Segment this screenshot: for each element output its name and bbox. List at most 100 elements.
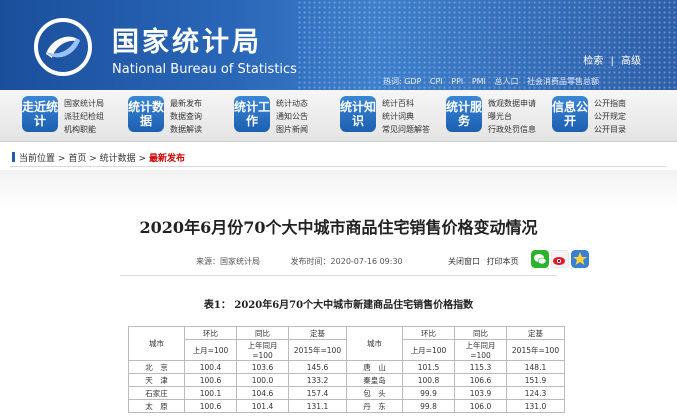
nav-link[interactable]: 常见问题解答 (382, 123, 430, 136)
table-row: 北 京 100.4 103.6 145.6 唐 山 101.5 115.3 14… (128, 360, 565, 374)
weibo-share-icon[interactable] (551, 250, 569, 268)
breadcrumb-current[interactable]: 最新发布 (149, 154, 185, 164)
table-cell: 106.0 (454, 399, 507, 413)
table-cell: 145.6 (288, 360, 347, 374)
site-title-cn: 国家统计局 (112, 27, 262, 58)
article-time: 发布时间：2020-07-16 09:30 (290, 257, 403, 266)
col-group: 环比 (184, 326, 237, 340)
table-cell: 石家庄 (128, 386, 185, 400)
nav-link[interactable]: 数据解读 (170, 123, 202, 136)
table-cell: 131.0 (506, 399, 565, 413)
hotword-population[interactable]: 总人口 (494, 77, 518, 86)
nav-badge-work[interactable]: 统计工作 (234, 96, 270, 132)
nav-badge-data[interactable]: 统计数据 (128, 96, 164, 132)
close-window-link[interactable]: 关闭窗口 (448, 257, 480, 266)
print-link[interactable]: 打印本页 (487, 257, 519, 266)
nav-link[interactable]: 曝光台 (488, 110, 536, 123)
hotword-cpi[interactable]: CPI (430, 77, 443, 86)
table-cell: 106.6 (454, 373, 507, 387)
nav-link[interactable]: 统计词典 (382, 110, 430, 123)
table-cell: 124.3 (506, 386, 565, 400)
table-caption: 表1： 2020年6月70个大中城市新建商品住宅销售价格指数 (203, 300, 474, 311)
nav-badge-disclosure[interactable]: 信息公开 (552, 96, 588, 132)
nav-group-knowledge: 统计知识 统计百科 统计词典 常见问题解答 (340, 96, 430, 136)
table-cell: 唐 山 (346, 360, 403, 374)
city-header: 城市 (346, 326, 403, 361)
nav-link[interactable]: 统计动态 (276, 97, 308, 110)
table-cell: 北 京 (128, 360, 185, 374)
table-cell: 秦皇岛 (346, 373, 403, 387)
article-actions: 关闭窗口 打印本页 (448, 256, 519, 267)
table-cell: 100.1 (184, 386, 237, 400)
search-links: 检索 | 高级 (579, 52, 641, 67)
nbs-logo-icon[interactable] (34, 18, 92, 76)
divider (10, 166, 667, 167)
col-group: 同比 (236, 326, 289, 340)
nav-badge-service[interactable]: 统计服务 (446, 96, 482, 132)
col-sub: 上年同月=100 (236, 339, 289, 361)
hotword-ppi[interactable]: PPI (451, 77, 463, 86)
col-group: 同比 (454, 326, 507, 340)
breadcrumb-marker (12, 152, 15, 162)
table-cell: 100.4 (184, 360, 237, 374)
nav-group-about: 走近统计 国家统计局 派驻纪检组 机构职能 (22, 96, 104, 136)
wechat-share-icon[interactable] (531, 250, 549, 268)
breadcrumb-home[interactable]: 首页 (68, 154, 86, 164)
nav-badge-knowledge[interactable]: 统计知识 (340, 96, 376, 132)
nav-link[interactable]: 图片新闻 (276, 123, 308, 136)
nav-group-service: 统计服务 微观数据申请 曝光台 行政处罚信息 (446, 96, 536, 136)
nav-link[interactable]: 最新发布 (170, 97, 202, 110)
content-fade (0, 170, 677, 210)
hotwords: 热词: GDP CPI PPI PMI 总人口 社会消费品零售总额 (383, 76, 605, 87)
col-sub: 2015年=100 (288, 339, 347, 361)
table-cell: 104.6 (236, 386, 289, 400)
table-cell: 包 头 (346, 386, 403, 400)
nav-link[interactable]: 通知公告 (276, 110, 308, 123)
article-meta: 来源：国家统计局 发布时间：2020-07-16 09:30 (196, 256, 409, 267)
table-cell: 115.3 (454, 360, 507, 374)
table-cell: 151.9 (506, 373, 565, 387)
table-cell: 天 津 (128, 373, 185, 387)
advanced-search-link[interactable]: 高级 (621, 56, 641, 67)
hotword-pmi[interactable]: PMI (472, 77, 486, 86)
table-cell: 101.5 (402, 360, 455, 374)
nav-link[interactable]: 派驻纪检组 (64, 110, 104, 123)
nav-badge-about[interactable]: 走近统计 (22, 96, 58, 132)
table-cell: 丹 东 (346, 399, 403, 413)
site-banner: 国家统计局 National Bureau of Statistics 检索 |… (0, 0, 677, 90)
col-sub: 上月=100 (402, 339, 455, 361)
nav-link[interactable]: 数据查询 (170, 110, 202, 123)
search-link[interactable]: 检索 (583, 56, 603, 67)
table-cell: 100.6 (184, 373, 237, 387)
nav-link[interactable]: 微观数据申请 (488, 97, 536, 110)
article-title: 2020年6月份70个大中城市商品住宅销售价格变动情况 (139, 218, 538, 237)
hotword-retail[interactable]: 社会消费品零售总额 (527, 77, 599, 86)
col-sub: 2015年=100 (506, 339, 565, 361)
table-cell: 101.4 (236, 399, 289, 413)
hotword-gdp[interactable]: 热词: GDP (383, 77, 421, 86)
favorite-star-icon[interactable] (571, 250, 589, 268)
main-nav: 走近统计 国家统计局 派驻纪检组 机构职能 统计数据 最新发布 数据查询 数据解… (0, 90, 677, 142)
table-cell: 103.9 (454, 386, 507, 400)
table-cell: 100.6 (184, 399, 237, 413)
nav-link[interactable]: 行政处罚信息 (488, 123, 536, 136)
nav-link[interactable]: 国家统计局 (64, 97, 104, 110)
article-source: 来源：国家统计局 (196, 257, 260, 266)
table-cell: 100.0 (236, 373, 289, 387)
site-title-en: National Bureau of Statistics (112, 62, 297, 77)
breadcrumb-sep: > (138, 154, 147, 164)
table-cell: 133.2 (288, 373, 347, 387)
table-cell: 103.6 (236, 360, 289, 374)
nav-link[interactable]: 公开目录 (594, 123, 626, 136)
table-cell: 148.1 (506, 360, 565, 374)
nav-group-work: 统计工作 统计动态 通知公告 图片新闻 (234, 96, 308, 136)
nav-link[interactable]: 统计百科 (382, 97, 430, 110)
col-group: 定基 (288, 326, 347, 340)
col-sub: 上月=100 (184, 339, 237, 361)
nav-link[interactable]: 公开规定 (594, 110, 626, 123)
breadcrumb-label: 当前位置 (19, 154, 56, 164)
nav-link[interactable]: 公开指南 (594, 97, 626, 110)
breadcrumb-data[interactable]: 统计数据 (100, 154, 136, 164)
nav-link[interactable]: 机构职能 (64, 123, 104, 136)
col-sub: 上年同月=100 (454, 339, 507, 361)
